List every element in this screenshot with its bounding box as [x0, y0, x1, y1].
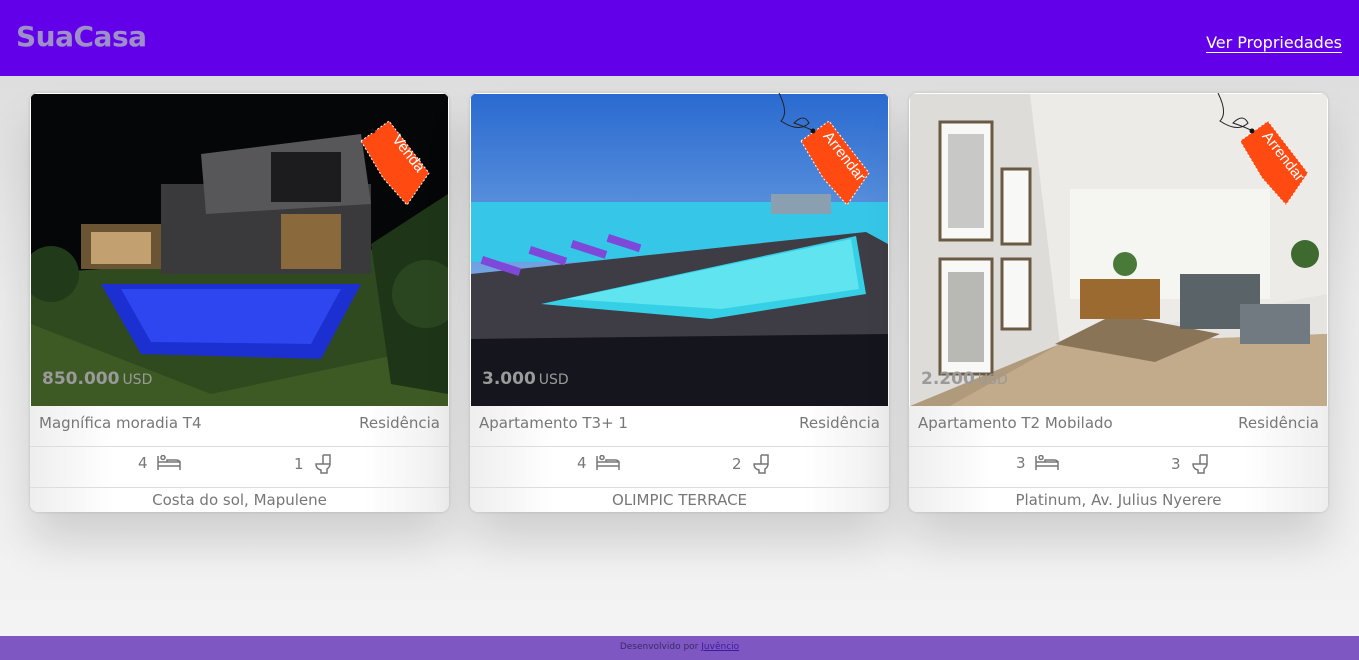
bedroom-count: 3	[1016, 454, 1026, 472]
footer-text: Desenvolvido por	[619, 642, 699, 652]
bedrooms: 4	[138, 454, 181, 472]
bedroom-count: 4	[138, 454, 148, 472]
property-location: OLIMPIC TERRACE	[611, 491, 748, 509]
toilet-icon	[313, 454, 331, 474]
divider	[30, 446, 449, 447]
toilet-icon	[1190, 454, 1208, 474]
price: 3.000 USD	[482, 369, 569, 389]
card-body: Magnífica moradia T4 Residência 4 1 Cost…	[30, 406, 449, 512]
property-title: Apartamento T3+ 1	[479, 414, 628, 432]
bathroom-count: 1	[294, 455, 304, 473]
bed-icon	[1034, 455, 1059, 471]
property-list: 850.000 USD Venda Magnífica moradia T4 Re…	[30, 93, 1330, 513]
card-body: Apartamento T2 Mobilado Residência 3 3 P…	[909, 406, 1328, 512]
property-card[interactable]: 2.200 USD Arrendar Apartamento T2 Mobilad…	[909, 93, 1328, 512]
divider	[470, 487, 889, 488]
property-title: Apartamento T2 Mobilado	[918, 414, 1113, 432]
bedrooms: 4	[577, 454, 620, 472]
divider	[909, 487, 1328, 488]
bathrooms: 2	[732, 454, 769, 474]
divider	[470, 446, 889, 447]
bathroom-count: 2	[732, 455, 742, 473]
rent-tag: Arrendar	[749, 93, 889, 218]
property-card[interactable]: 3.000 USD Arrendar Apartamento T3+ 1 Resi…	[470, 93, 889, 512]
bedrooms: 3	[1016, 454, 1059, 472]
logo[interactable]: SuaCasa	[16, 20, 147, 53]
property-location: Costa do sol, Mapulene	[152, 491, 327, 509]
property-type: Residência	[799, 414, 880, 432]
bedroom-count: 4	[577, 454, 587, 472]
ver-propriedades-link[interactable]: Ver Propriedades	[1206, 33, 1342, 52]
rent-tag: Arrendar	[1188, 93, 1328, 218]
header: SuaCasa Ver Propriedades	[0, 0, 1359, 76]
price: 2.200 USD	[921, 369, 1008, 389]
footer: Desenvolvido por Juvêncio	[0, 636, 1359, 660]
property-title: Magnífica moradia T4	[39, 414, 202, 432]
price: 850.000 USD	[42, 369, 153, 389]
bathrooms: 3	[1171, 454, 1208, 474]
bathrooms: 1	[294, 454, 331, 474]
bed-icon	[156, 455, 181, 471]
bed-icon	[595, 455, 620, 471]
property-type: Residência	[1238, 414, 1319, 432]
divider	[30, 487, 449, 488]
toilet-icon	[751, 454, 769, 474]
sale-tag: Venda	[309, 93, 449, 218]
property-location: Platinum, Av. Julius Nyerere	[1015, 491, 1222, 509]
property-card[interactable]: 850.000 USD Venda Magnífica moradia T4 Re…	[30, 93, 449, 512]
author-link[interactable]: Juvêncio	[701, 642, 739, 652]
bathroom-count: 3	[1171, 455, 1181, 473]
divider	[909, 446, 1328, 447]
property-type: Residência	[359, 414, 440, 432]
card-body: Apartamento T3+ 1 Residência 4 2 OLIMPIC…	[470, 406, 889, 512]
